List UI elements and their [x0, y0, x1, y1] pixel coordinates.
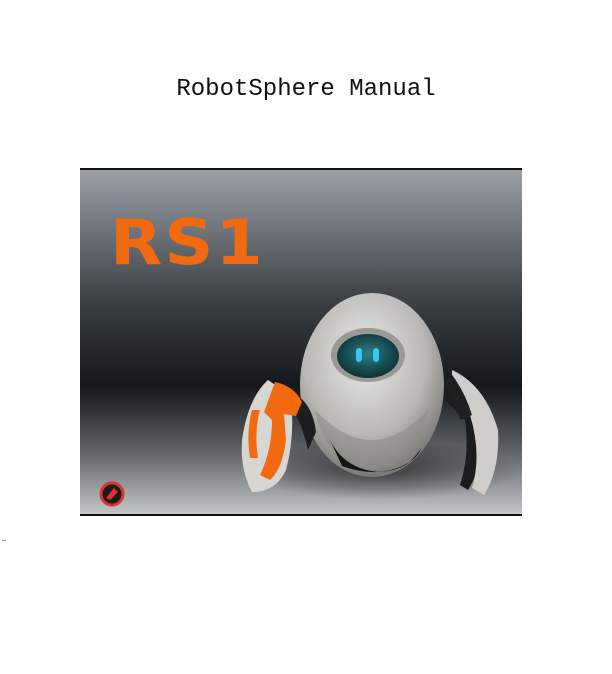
page-edge-mark — [2, 540, 6, 541]
robot-badge-icon — [100, 482, 124, 506]
cover-logo-text: RS1 — [110, 207, 265, 280]
document-title: RobotSphere Manual — [176, 76, 436, 103]
cover-image: RS1 — [80, 168, 522, 516]
